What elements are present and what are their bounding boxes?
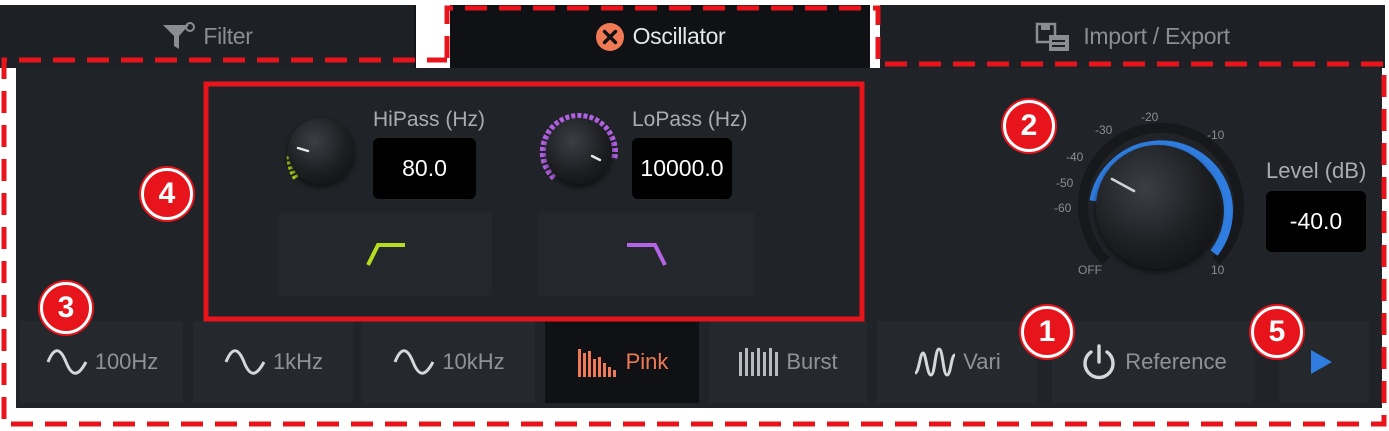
hipass-label: HiPass (Hz) — [373, 108, 486, 131]
bottom-margin — [0, 410, 1389, 431]
signal-10khz-button[interactable]: 10kHz — [362, 321, 535, 403]
tab-filter[interactable]: Filter — [0, 5, 416, 68]
level-tick: -30 — [1095, 123, 1113, 137]
lopass-label: LoPass (Hz) — [632, 108, 748, 131]
signal-label: Pink — [625, 349, 669, 374]
signal-pink-button[interactable]: Pink — [545, 321, 699, 403]
signal-label: 100Hz — [94, 349, 159, 374]
tab-filter-label: Filter — [203, 23, 253, 49]
reference-label: Reference — [1125, 349, 1227, 374]
lowpass-curve-icon — [627, 243, 667, 266]
lopass-value-field[interactable]: 10000.0 — [632, 138, 732, 199]
power-icon — [1079, 342, 1119, 382]
sine-wave-icon — [223, 347, 267, 377]
signal-label: Burst — [786, 349, 838, 374]
signal-1khz-button[interactable]: 1kHz — [193, 321, 353, 403]
lopass-curve — [537, 212, 755, 296]
callout-badge-4: 4 — [141, 168, 193, 220]
tab-import-export[interactable]: Import / Export — [880, 5, 1385, 68]
level-label: Level (dB) — [1266, 158, 1367, 183]
callout-badge-2: 2 — [1003, 100, 1055, 152]
signal-burst-button[interactable]: Burst — [709, 321, 867, 403]
lopass-knob[interactable] — [536, 108, 622, 194]
level-value-field[interactable]: -40.0 — [1266, 191, 1366, 252]
play-icon — [1308, 348, 1334, 376]
level-tick: 10 — [1211, 263, 1225, 277]
level-tick: -10 — [1207, 128, 1225, 142]
reference-button[interactable]: Reference — [1052, 321, 1254, 403]
pink-noise-icon — [576, 345, 620, 379]
signal-label: 1kHz — [272, 349, 324, 374]
hipass-curve — [278, 212, 492, 296]
signal-100hz-button[interactable]: 100Hz — [20, 321, 183, 403]
tab-oscillator-label: Oscillator — [632, 23, 726, 49]
level-tick: -60 — [1054, 201, 1072, 215]
sine-wave-icon — [392, 347, 436, 377]
callout-badge-1: 1 — [1021, 306, 1073, 358]
level-tick: -20 — [1141, 110, 1159, 124]
signal-label: Vari — [963, 349, 1001, 374]
signal-vari-button[interactable]: Vari — [877, 321, 1037, 403]
signal-label: 10kHz — [442, 349, 505, 374]
callout-badge-5: 5 — [1251, 306, 1303, 358]
level-tick: OFF — [1078, 263, 1102, 277]
tab-oscillator[interactable]: Oscillator — [450, 5, 870, 68]
funnel-icon — [161, 21, 196, 52]
hipass-value-field[interactable]: 80.0 — [373, 138, 476, 199]
level-tick: -40 — [1066, 150, 1084, 164]
callout-badge-3: 3 — [40, 282, 92, 334]
save-transfer-icon — [1035, 21, 1075, 53]
burst-icon — [738, 346, 780, 378]
tab-import-export-label: Import / Export — [1083, 23, 1230, 49]
level-tick: -50 — [1056, 176, 1074, 190]
close-circle-icon — [595, 22, 625, 52]
sine-wave-icon — [45, 347, 89, 377]
vari-wave-icon — [913, 345, 957, 379]
hipass-knob[interactable] — [278, 108, 364, 194]
highpass-curve-icon — [366, 243, 405, 266]
